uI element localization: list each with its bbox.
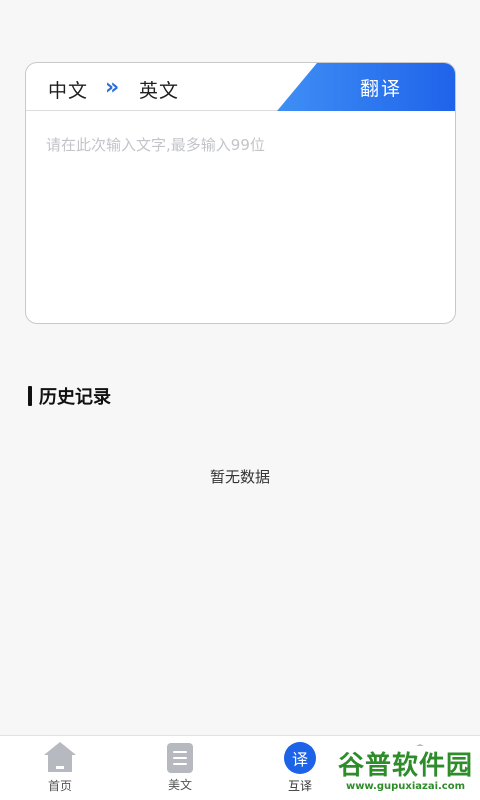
language-bar: 中文 » 英文 翻译 bbox=[26, 63, 455, 111]
watermark-logo: 谷普软件园 www.gupuxiazai.com bbox=[333, 746, 478, 798]
tab-home[interactable]: 首页 bbox=[30, 742, 90, 794]
translate-button[interactable]: 翻译 bbox=[277, 63, 455, 111]
target-language[interactable]: 英文 bbox=[139, 76, 179, 103]
translate-button-label: 翻译 bbox=[359, 77, 402, 100]
translate-page: 中文 » 英文 翻译 历史记录 暂无数据 首页 美文 bbox=[0, 0, 480, 800]
tab-translate[interactable]: 译 互译 bbox=[270, 742, 330, 794]
history-title-marker bbox=[28, 386, 32, 406]
watermark-url: www.gupuxiazai.com bbox=[345, 781, 466, 792]
watermark-title: 谷普软件园 bbox=[337, 751, 473, 781]
home-icon bbox=[44, 742, 76, 774]
history-empty-text: 暂无数据 bbox=[209, 468, 270, 486]
bottom-tab-bar: 首页 美文 译 互译 谷普软件园 www.gupuxiazai.com bbox=[0, 735, 480, 800]
article-icon bbox=[167, 743, 193, 773]
tab-home-label: 首页 bbox=[47, 779, 72, 793]
history-title: 历史记录 bbox=[39, 387, 111, 408]
swap-language-icon[interactable]: » bbox=[105, 75, 119, 100]
source-language[interactable]: 中文 bbox=[48, 76, 88, 103]
tab-article-label: 美文 bbox=[167, 778, 192, 792]
tab-article[interactable]: 美文 bbox=[150, 742, 210, 793]
source-text-input[interactable] bbox=[26, 112, 455, 323]
history-header: 历史记录 bbox=[28, 383, 111, 409]
translate-card: 中文 » 英文 翻译 bbox=[25, 62, 456, 324]
tab-translate-label: 互译 bbox=[287, 779, 312, 793]
translate-icon: 译 bbox=[284, 742, 316, 774]
